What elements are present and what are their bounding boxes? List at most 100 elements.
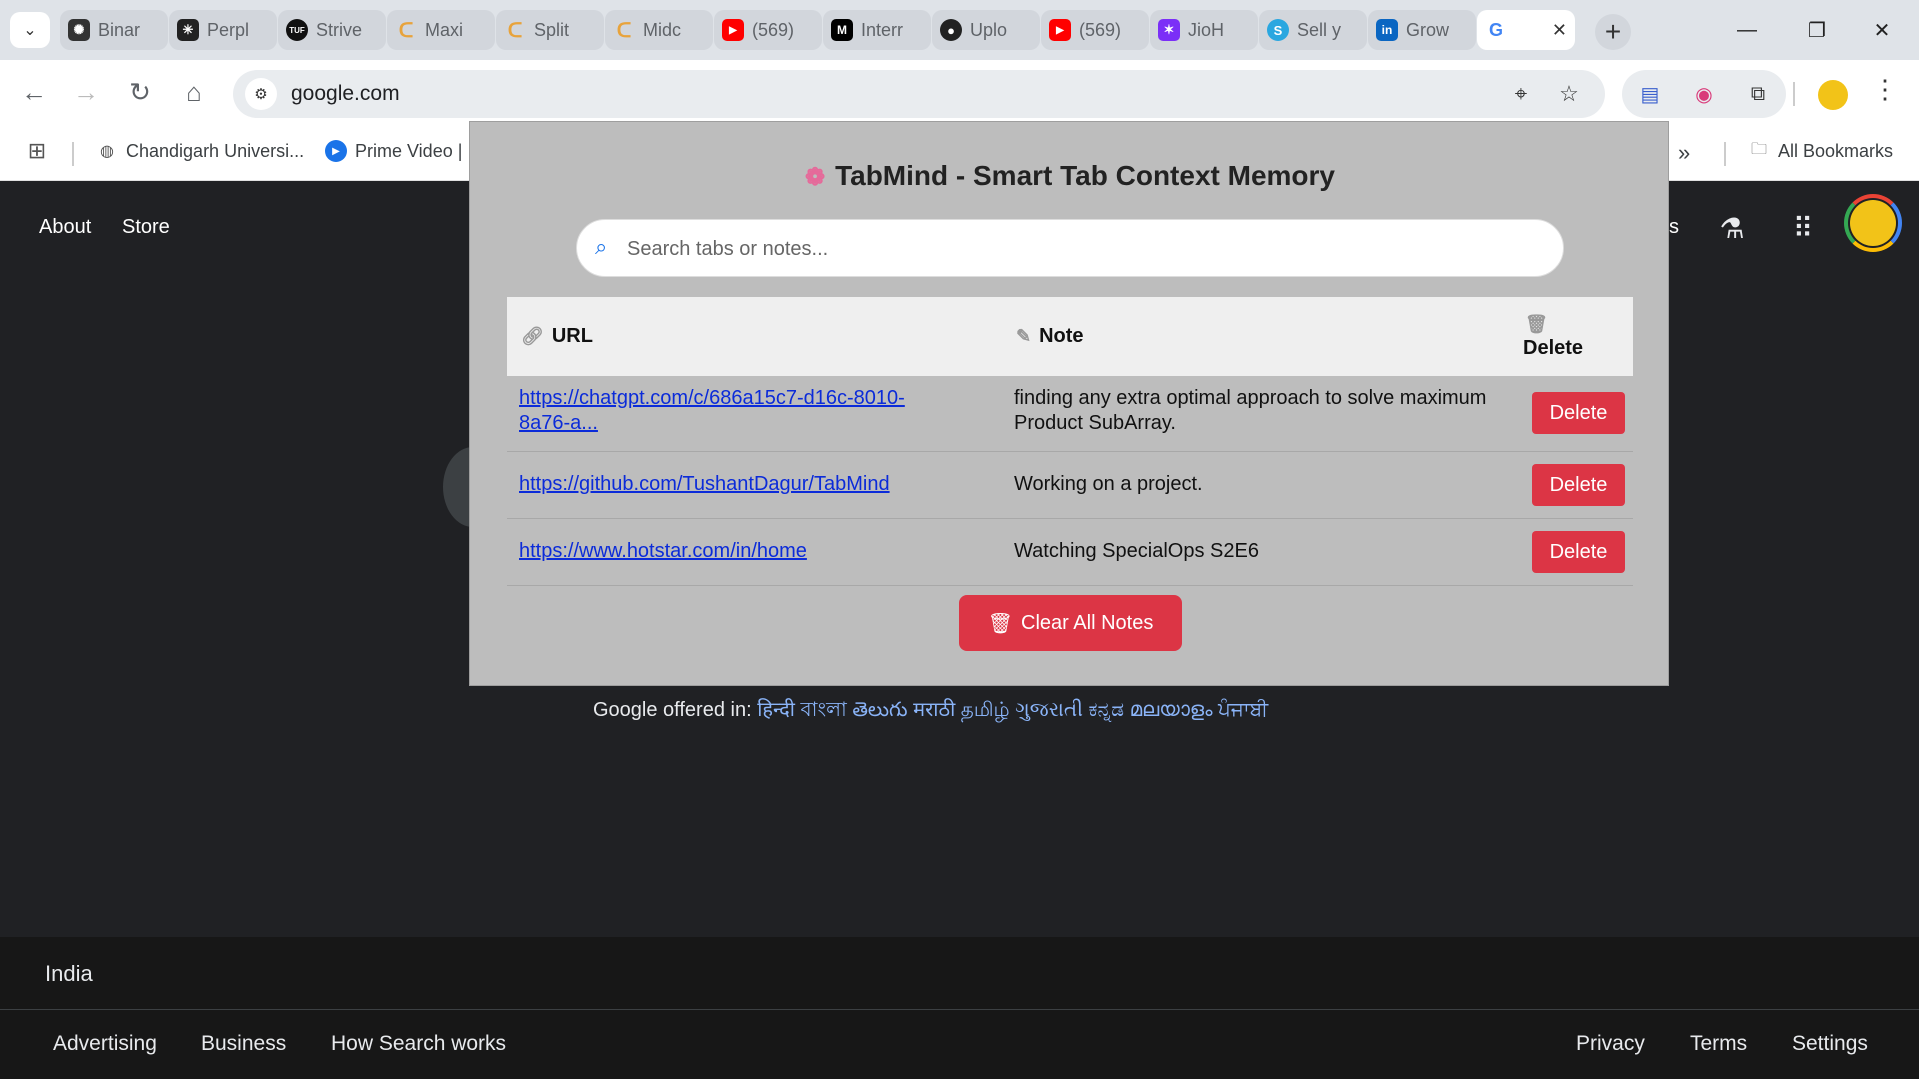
more-bookmarks-icon[interactable]: »	[1678, 140, 1690, 166]
restore-button[interactable]: ❐	[1797, 12, 1837, 48]
extensions-puzzle-icon[interactable]: ⧉	[1744, 80, 1772, 108]
labs-flask-icon[interactable]: ⚗	[1712, 208, 1752, 248]
bookmark-star-icon[interactable]: ☆	[1555, 80, 1583, 108]
reload-button[interactable]: ↻	[120, 72, 160, 112]
tab-middle[interactable]: ᑕ Midc	[605, 10, 713, 50]
globe-icon: ◍	[100, 143, 114, 160]
partial-nav-link[interactable]: s	[1669, 216, 1679, 239]
bookmark-prime-video[interactable]: ▶ Prime Video |	[325, 140, 462, 162]
row-note: Working on a project.	[1014, 473, 1203, 495]
minimize-button[interactable]: —	[1727, 12, 1767, 48]
toolbar-divider	[1793, 82, 1795, 106]
tab-striver[interactable]: TUF Strive	[278, 10, 386, 50]
tab-title: Strive	[316, 19, 363, 40]
tab-title: Midc	[643, 19, 682, 40]
tab-title: Perpl	[207, 19, 250, 40]
new-tab-button[interactable]: +	[1595, 14, 1631, 50]
tab-title: Grow	[1406, 19, 1450, 40]
tab-title: Binar	[98, 19, 141, 40]
bookmark-chandigarh[interactable]: ◍ Chandigarh Universi...	[96, 140, 304, 162]
tabmind-extension-icon[interactable]: ▤	[1636, 80, 1664, 108]
youtube-icon: ▶	[1049, 19, 1071, 41]
address-text[interactable]: google.com	[291, 82, 400, 106]
url-header-label: URL	[551, 325, 593, 347]
business-link[interactable]: Business	[201, 1032, 286, 1056]
color-picker-extension-icon[interactable]: ◉	[1690, 80, 1718, 108]
notes-table: 🔗︎ URL ✎ Note 🗑︎ Delete https://chatgpt.com…	[507, 297, 1633, 586]
perplexity-icon: ✳	[177, 19, 199, 41]
clear-all-notes-button[interactable]: 🗑︎ Clear All Notes	[959, 595, 1182, 651]
terms-link[interactable]: Terms	[1690, 1032, 1747, 1056]
apps-grid-icon[interactable]: ⊞	[26, 138, 48, 163]
tab-youtube-1[interactable]: ▶ (569)	[714, 10, 822, 50]
tab-strip: ⌄ ✺ Binar ✳ Perpl TUF Strive ᑕ Maxi ᑕ Split ᑕ…	[0, 0, 1919, 60]
leetcode-icon: ᑕ	[398, 19, 414, 42]
table-header: 🔗︎ URL ✎ Note 🗑︎ Delete	[507, 297, 1633, 376]
search-input[interactable]	[625, 230, 1529, 268]
table-row: https://chatgpt.com/c/686a15c7-d16c-8010…	[507, 376, 1633, 452]
tab-github[interactable]: ● Uplo	[932, 10, 1040, 50]
row-url-link[interactable]: https://github.com/TushantDagur/TabMind	[519, 472, 890, 497]
tab-title: Maxi	[425, 19, 464, 40]
site-info-icon[interactable]: ⚙	[245, 78, 277, 110]
delete-button[interactable]: Delete	[1532, 531, 1625, 573]
tab-title: Split	[534, 19, 570, 40]
google-icon: G	[1485, 19, 1507, 41]
google-offered-in: Google offered in: हिन्दी বাংলা తెలుగు म…	[593, 695, 1268, 728]
tab-maximum[interactable]: ᑕ Maxi	[387, 10, 495, 50]
address-bar[interactable]: ⚙ google.com ⌖ ☆	[233, 70, 1605, 118]
tab-title: Interr	[861, 19, 904, 40]
offered-in-label: Google offered in:	[593, 699, 752, 721]
leetcode-icon: ᑕ	[616, 19, 632, 42]
advertising-link[interactable]: Advertising	[53, 1032, 157, 1056]
clear-all-label: Clear All Notes	[1021, 611, 1154, 634]
tab-interview[interactable]: M Interr	[823, 10, 931, 50]
delete-button[interactable]: Delete	[1532, 392, 1625, 434]
store-link[interactable]: Store	[122, 216, 170, 239]
row-url-link[interactable]: https://chatgpt.com/c/686a15c7-d16c-8010…	[519, 386, 905, 436]
delete-column-header: 🗑︎ Delete	[1523, 297, 1583, 376]
home-icon: ⌂	[186, 76, 202, 107]
apps-grid-icon[interactable]: ⠿	[1783, 208, 1823, 248]
browser-toolbar: ← → ↻ ⌂ ⚙ google.com ⌖ ☆ ▤ ◉ ⧉ ⋮	[0, 60, 1919, 128]
delete-button[interactable]: Delete	[1532, 464, 1625, 506]
all-bookmarks[interactable]: 🗀 All Bookmarks	[1748, 140, 1893, 162]
profile-avatar[interactable]	[1818, 80, 1848, 110]
footer-links-bar: Advertising Business How Search works Pr…	[0, 1010, 1919, 1079]
bookmark-divider	[72, 142, 74, 166]
tab-jiohotstar[interactable]: ✶ JioH	[1150, 10, 1258, 50]
language-links[interactable]: हिन्दी বাংলা తెలుగు मराठी தமிழ் ગુજરાતી …	[757, 699, 1268, 721]
about-link[interactable]: About	[39, 216, 91, 239]
tab-youtube-2[interactable]: ▶ (569)	[1041, 10, 1149, 50]
tab-google-active[interactable]: GG✕	[1477, 10, 1575, 50]
close-window-button[interactable]: ✕	[1862, 12, 1902, 48]
arrow-left-icon: ←	[21, 76, 47, 107]
tab-search-button[interactable]: ⌄	[10, 12, 50, 48]
back-button[interactable]: ←	[14, 72, 54, 112]
privacy-link[interactable]: Privacy	[1576, 1032, 1645, 1056]
tab-title: (569)	[752, 19, 795, 40]
row-url-link[interactable]: https://www.hotstar.com/in/home	[519, 539, 807, 564]
google-account-avatar[interactable]	[1844, 194, 1902, 252]
tab-linkedin[interactable]: in Grow	[1368, 10, 1476, 50]
tab-perplexity[interactable]: ✳ Perpl	[169, 10, 277, 50]
more-menu-icon[interactable]: ⋮	[1872, 74, 1898, 105]
tab-binary[interactable]: ✺ Binar	[60, 10, 168, 50]
popup-title-text: TabMind - Smart Tab Context Memory	[835, 160, 1335, 191]
home-button[interactable]: ⌂	[174, 72, 214, 112]
delete-header-label: Delete	[1523, 336, 1584, 359]
tab-split[interactable]: ᑕ Split	[496, 10, 604, 50]
tabmind-popup: ❁ TabMind - Smart Tab Context Memory ⌕ 🔗︎…	[469, 121, 1669, 686]
linkedin-icon: in	[1376, 19, 1398, 41]
extensions-group: ▤ ◉ ⧉	[1622, 70, 1786, 118]
arrow-right-icon: →	[73, 76, 99, 107]
location-icon[interactable]: ⌖	[1507, 80, 1535, 108]
how-search-works-link[interactable]: How Search works	[331, 1032, 506, 1056]
url-column-header: 🔗︎ URL	[521, 297, 593, 376]
tab-sell[interactable]: S Sell y	[1259, 10, 1367, 50]
folder-icon: 🗀	[1750, 140, 1767, 158]
close-tab-icon[interactable]: ✕	[1552, 20, 1567, 41]
forward-button[interactable]: →	[66, 72, 106, 112]
settings-link[interactable]: Settings	[1792, 1032, 1868, 1056]
s-app-icon: S	[1267, 19, 1289, 41]
